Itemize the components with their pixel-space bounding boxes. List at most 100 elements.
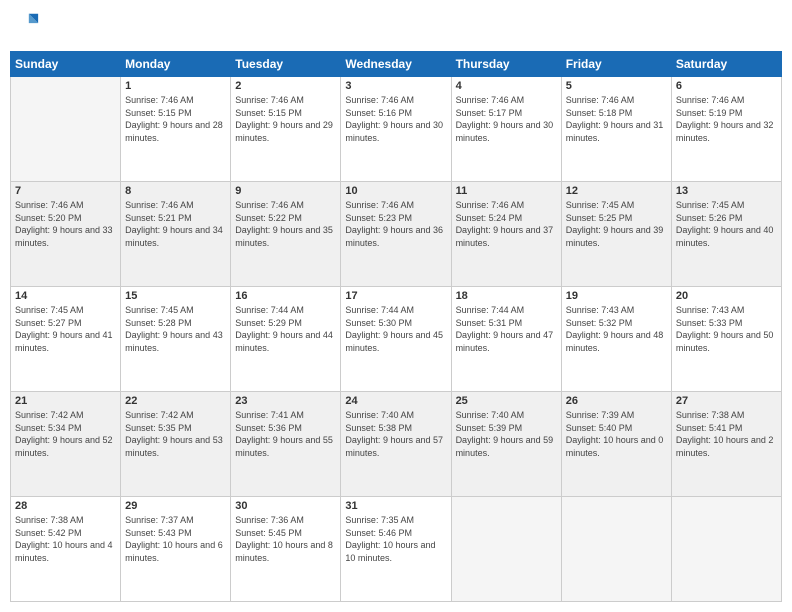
sunrise-label: Sunrise: 7:37 AM <box>125 515 194 525</box>
day-number: 13 <box>676 185 777 197</box>
day-info: Sunrise: 7:42 AM Sunset: 5:34 PM Dayligh… <box>15 409 116 459</box>
sunrise-label: Sunrise: 7:46 AM <box>345 95 414 105</box>
day-cell: 14 Sunrise: 7:45 AM Sunset: 5:27 PM Dayl… <box>11 287 121 392</box>
day-number: 28 <box>15 500 116 512</box>
day-info: Sunrise: 7:45 AM Sunset: 5:26 PM Dayligh… <box>676 199 777 249</box>
sunset-label: Sunset: 5:25 PM <box>566 213 633 223</box>
sunset-label: Sunset: 5:36 PM <box>235 423 302 433</box>
day-cell: 9 Sunrise: 7:46 AM Sunset: 5:22 PM Dayli… <box>231 182 341 287</box>
day-number: 14 <box>15 290 116 302</box>
daylight-label: Daylight: 10 hours and 2 minutes. <box>676 435 774 458</box>
day-number: 11 <box>456 185 557 197</box>
sunset-label: Sunset: 5:27 PM <box>15 318 82 328</box>
sunrise-label: Sunrise: 7:43 AM <box>566 305 635 315</box>
day-info: Sunrise: 7:44 AM Sunset: 5:31 PM Dayligh… <box>456 304 557 354</box>
daylight-label: Daylight: 9 hours and 29 minutes. <box>235 120 333 143</box>
sunrise-label: Sunrise: 7:46 AM <box>676 95 745 105</box>
week-row-5: 28 Sunrise: 7:38 AM Sunset: 5:42 PM Dayl… <box>11 497 782 602</box>
day-number: 15 <box>125 290 226 302</box>
col-header-friday: Friday <box>561 52 671 77</box>
sunset-label: Sunset: 5:45 PM <box>235 528 302 538</box>
day-number: 29 <box>125 500 226 512</box>
day-info: Sunrise: 7:43 AM Sunset: 5:32 PM Dayligh… <box>566 304 667 354</box>
day-number: 25 <box>456 395 557 407</box>
day-number: 24 <box>345 395 446 407</box>
sunset-label: Sunset: 5:34 PM <box>15 423 82 433</box>
day-info: Sunrise: 7:45 AM Sunset: 5:27 PM Dayligh… <box>15 304 116 354</box>
day-info: Sunrise: 7:44 AM Sunset: 5:30 PM Dayligh… <box>345 304 446 354</box>
sunset-label: Sunset: 5:39 PM <box>456 423 523 433</box>
daylight-label: Daylight: 9 hours and 33 minutes. <box>15 225 113 248</box>
sunset-label: Sunset: 5:18 PM <box>566 108 633 118</box>
daylight-label: Daylight: 9 hours and 53 minutes. <box>125 435 223 458</box>
sunset-label: Sunset: 5:15 PM <box>235 108 302 118</box>
daylight-label: Daylight: 10 hours and 0 minutes. <box>566 435 664 458</box>
daylight-label: Daylight: 9 hours and 28 minutes. <box>125 120 223 143</box>
daylight-label: Daylight: 9 hours and 32 minutes. <box>676 120 774 143</box>
daylight-label: Daylight: 9 hours and 39 minutes. <box>566 225 664 248</box>
day-cell: 23 Sunrise: 7:41 AM Sunset: 5:36 PM Dayl… <box>231 392 341 497</box>
sunrise-label: Sunrise: 7:40 AM <box>456 410 525 420</box>
day-info: Sunrise: 7:43 AM Sunset: 5:33 PM Dayligh… <box>676 304 777 354</box>
day-info: Sunrise: 7:40 AM Sunset: 5:39 PM Dayligh… <box>456 409 557 459</box>
daylight-label: Daylight: 10 hours and 8 minutes. <box>235 540 333 563</box>
header <box>10 10 782 43</box>
sunrise-label: Sunrise: 7:46 AM <box>15 200 84 210</box>
sunset-label: Sunset: 5:26 PM <box>676 213 743 223</box>
sunrise-label: Sunrise: 7:45 AM <box>566 200 635 210</box>
daylight-label: Daylight: 9 hours and 37 minutes. <box>456 225 554 248</box>
day-cell: 24 Sunrise: 7:40 AM Sunset: 5:38 PM Dayl… <box>341 392 451 497</box>
day-number: 6 <box>676 80 777 92</box>
daylight-label: Daylight: 9 hours and 47 minutes. <box>456 330 554 353</box>
day-cell: 27 Sunrise: 7:38 AM Sunset: 5:41 PM Dayl… <box>671 392 781 497</box>
day-info: Sunrise: 7:40 AM Sunset: 5:38 PM Dayligh… <box>345 409 446 459</box>
sunset-label: Sunset: 5:42 PM <box>15 528 82 538</box>
sunrise-label: Sunrise: 7:46 AM <box>456 200 525 210</box>
daylight-label: Daylight: 9 hours and 59 minutes. <box>456 435 554 458</box>
col-header-thursday: Thursday <box>451 52 561 77</box>
sunrise-label: Sunrise: 7:41 AM <box>235 410 304 420</box>
day-info: Sunrise: 7:41 AM Sunset: 5:36 PM Dayligh… <box>235 409 336 459</box>
day-info: Sunrise: 7:46 AM Sunset: 5:20 PM Dayligh… <box>15 199 116 249</box>
day-cell: 25 Sunrise: 7:40 AM Sunset: 5:39 PM Dayl… <box>451 392 561 497</box>
sunrise-label: Sunrise: 7:46 AM <box>566 95 635 105</box>
day-cell: 31 Sunrise: 7:35 AM Sunset: 5:46 PM Dayl… <box>341 497 451 602</box>
daylight-label: Daylight: 9 hours and 36 minutes. <box>345 225 443 248</box>
sunset-label: Sunset: 5:38 PM <box>345 423 412 433</box>
day-cell: 18 Sunrise: 7:44 AM Sunset: 5:31 PM Dayl… <box>451 287 561 392</box>
sunset-label: Sunset: 5:43 PM <box>125 528 192 538</box>
col-header-monday: Monday <box>121 52 231 77</box>
day-cell: 6 Sunrise: 7:46 AM Sunset: 5:19 PM Dayli… <box>671 77 781 182</box>
day-info: Sunrise: 7:45 AM Sunset: 5:28 PM Dayligh… <box>125 304 226 354</box>
header-row: SundayMondayTuesdayWednesdayThursdayFrid… <box>11 52 782 77</box>
day-number: 16 <box>235 290 336 302</box>
daylight-label: Daylight: 9 hours and 44 minutes. <box>235 330 333 353</box>
day-number: 27 <box>676 395 777 407</box>
sunset-label: Sunset: 5:33 PM <box>676 318 743 328</box>
day-info: Sunrise: 7:46 AM Sunset: 5:23 PM Dayligh… <box>345 199 446 249</box>
day-cell: 21 Sunrise: 7:42 AM Sunset: 5:34 PM Dayl… <box>11 392 121 497</box>
day-number: 10 <box>345 185 446 197</box>
day-info: Sunrise: 7:35 AM Sunset: 5:46 PM Dayligh… <box>345 514 446 564</box>
sunset-label: Sunset: 5:30 PM <box>345 318 412 328</box>
week-row-1: 1 Sunrise: 7:46 AM Sunset: 5:15 PM Dayli… <box>11 77 782 182</box>
daylight-label: Daylight: 9 hours and 35 minutes. <box>235 225 333 248</box>
day-cell: 2 Sunrise: 7:46 AM Sunset: 5:15 PM Dayli… <box>231 77 341 182</box>
day-number: 23 <box>235 395 336 407</box>
sunrise-label: Sunrise: 7:46 AM <box>456 95 525 105</box>
sunrise-label: Sunrise: 7:38 AM <box>676 410 745 420</box>
col-header-saturday: Saturday <box>671 52 781 77</box>
sunrise-label: Sunrise: 7:39 AM <box>566 410 635 420</box>
day-info: Sunrise: 7:37 AM Sunset: 5:43 PM Dayligh… <box>125 514 226 564</box>
day-cell: 10 Sunrise: 7:46 AM Sunset: 5:23 PM Dayl… <box>341 182 451 287</box>
day-cell: 29 Sunrise: 7:37 AM Sunset: 5:43 PM Dayl… <box>121 497 231 602</box>
day-cell <box>451 497 561 602</box>
sunset-label: Sunset: 5:23 PM <box>345 213 412 223</box>
sunset-label: Sunset: 5:40 PM <box>566 423 633 433</box>
daylight-label: Daylight: 9 hours and 41 minutes. <box>15 330 113 353</box>
col-header-sunday: Sunday <box>11 52 121 77</box>
daylight-label: Daylight: 9 hours and 30 minutes. <box>345 120 443 143</box>
day-cell <box>561 497 671 602</box>
sunset-label: Sunset: 5:35 PM <box>125 423 192 433</box>
day-cell: 16 Sunrise: 7:44 AM Sunset: 5:29 PM Dayl… <box>231 287 341 392</box>
